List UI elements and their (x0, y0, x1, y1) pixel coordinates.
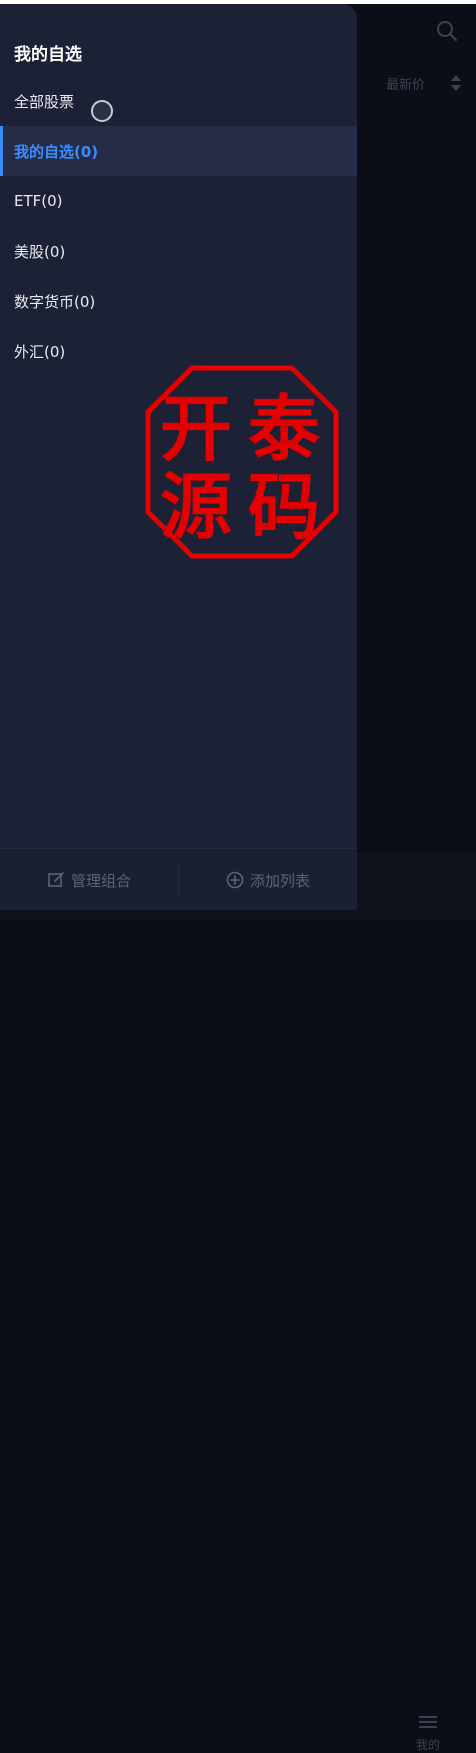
seal-stamp: 开 泰 源 码 (145, 365, 339, 559)
sort-icon[interactable] (450, 74, 462, 92)
add-list-label: 添加列表 (249, 871, 310, 890)
menu-icon (419, 1716, 437, 1728)
manage-portfolio-button[interactable]: 管理组合 (0, 849, 178, 910)
seal-char-1: 开 (160, 386, 232, 471)
search-icon[interactable] (436, 20, 458, 42)
menu-item-crypto[interactable]: 数字货币(0) (0, 276, 357, 326)
nav-me-label: 我的 (415, 1738, 440, 1752)
menu-item-etf[interactable]: ETF(0) (0, 176, 357, 226)
seal-char-3: 源 (160, 464, 232, 549)
menu-item-us-stocks[interactable]: 美股(0) (0, 226, 357, 276)
watchlist-drawer: 我的自选 全部股票 我的自选(0) ETF(0) 美股(0) 数字货币(0) 外… (0, 4, 357, 910)
nav-me[interactable]: 我的 (400, 1714, 456, 1753)
menu-item-my-watchlist[interactable]: 我的自选(0) (0, 126, 357, 176)
watchlist-menu: 全部股票 我的自选(0) ETF(0) 美股(0) 数字货币(0) 外汇(0) (0, 76, 357, 376)
drawer-bottom-bar: 管理组合 添加列表 (0, 848, 357, 910)
seal-char-2: 泰 (248, 386, 321, 471)
menu-item-all-stocks[interactable]: 全部股票 (0, 76, 357, 126)
sort-header-label[interactable]: 最新价 (386, 74, 425, 93)
drawer-title: 我的自选 (14, 45, 82, 65)
manage-portfolio-label: 管理组合 (70, 871, 131, 890)
touch-indicator-icon (91, 100, 113, 122)
add-list-button[interactable]: 添加列表 (179, 849, 357, 910)
edit-icon (48, 872, 64, 887)
seal-char-4: 码 (248, 464, 320, 549)
add-circle-icon (226, 871, 244, 889)
